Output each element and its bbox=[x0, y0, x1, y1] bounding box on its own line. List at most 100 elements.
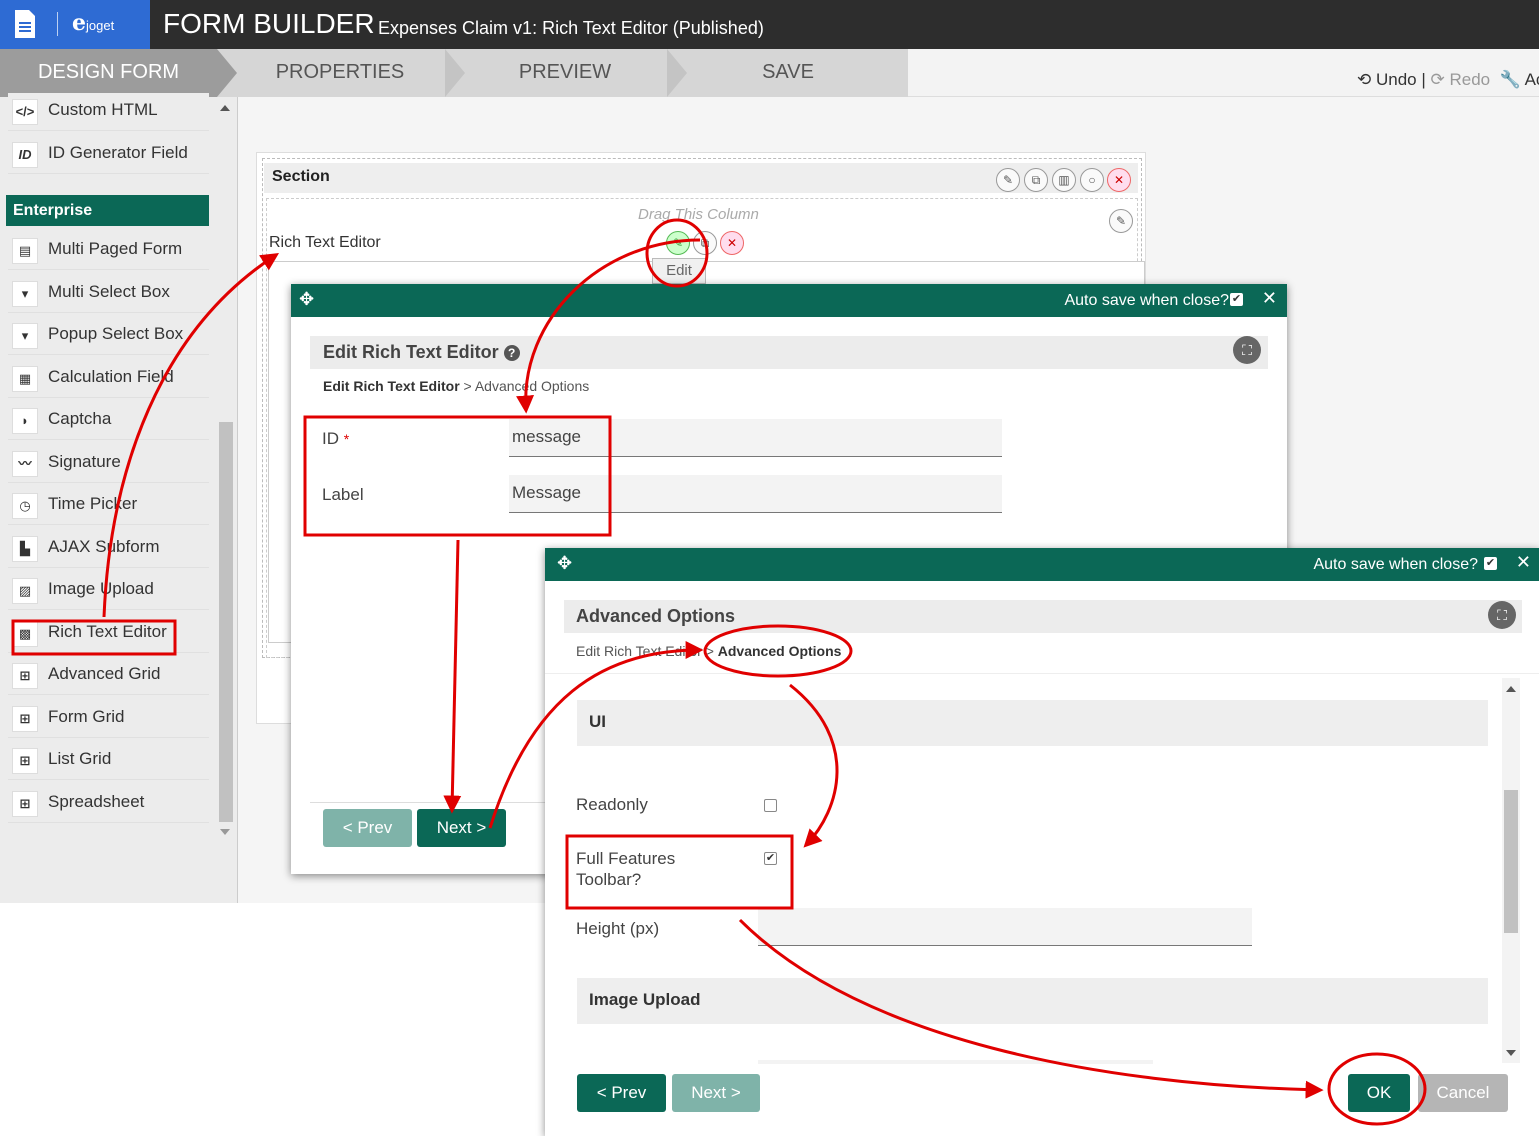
auto-save-label: Auto save when close? bbox=[1064, 292, 1229, 309]
palette-item-label: Popup Select Box bbox=[48, 324, 184, 343]
step-chevron bbox=[445, 49, 465, 97]
cancel-button[interactable]: Cancel bbox=[1418, 1074, 1508, 1112]
close-icon[interactable]: ✕ bbox=[1262, 288, 1277, 309]
palette-item-id-generator[interactable]: ID ID Generator Field bbox=[8, 136, 209, 174]
toolbar-separator: | bbox=[1421, 70, 1426, 89]
tab-design-form[interactable]: DESIGN FORM bbox=[0, 49, 217, 97]
palette-item-label: Calculation Field bbox=[48, 367, 174, 386]
grid-icon: ⊞ bbox=[12, 663, 38, 689]
readonly-checkbox[interactable] bbox=[764, 799, 777, 812]
palette-item-custom-html[interactable]: </> Custom HTML bbox=[8, 93, 209, 131]
full-toolbar-label: Full Features Toolbar? bbox=[576, 849, 676, 889]
scroll-down-arrow[interactable] bbox=[1506, 1050, 1516, 1056]
prev-button[interactable]: < Prev bbox=[323, 809, 412, 847]
fullscreen-icon[interactable]: ⛶ bbox=[1233, 336, 1261, 364]
palette-item-form-grid[interactable]: ⊞ Form Grid bbox=[8, 700, 209, 738]
palette-item-time-picker[interactable]: ◷ Time Picker bbox=[8, 487, 209, 525]
scroll-up-arrow[interactable] bbox=[220, 105, 230, 111]
undo-redo-toolbar: ⟲ Undo | ⟳ Redo 🔧 Ac bbox=[1357, 70, 1539, 90]
undo-button[interactable]: Undo bbox=[1376, 70, 1417, 89]
breadcrumb: Edit Rich Text Editor > Advanced Options bbox=[576, 643, 841, 659]
comment-icon[interactable]: ○ bbox=[1080, 168, 1104, 192]
next-button[interactable]: Next > bbox=[417, 809, 506, 847]
subform-icon: ▙ bbox=[12, 536, 38, 562]
palette-item-rich-text-editor[interactable]: ▩ Rich Text Editor bbox=[8, 615, 209, 653]
palette-item-captcha[interactable]: ◗ Captcha bbox=[8, 402, 209, 440]
palette-item-signature[interactable]: 〰 Signature bbox=[8, 445, 209, 483]
prev-button[interactable]: < Prev bbox=[577, 1074, 666, 1112]
palette-category-enterprise[interactable]: Enterprise bbox=[6, 195, 209, 226]
close-icon[interactable]: ✕ bbox=[1516, 552, 1531, 573]
image-icon: ▨ bbox=[12, 578, 38, 604]
column-edit-icon[interactable]: ✎ bbox=[1109, 209, 1133, 233]
tab-preview[interactable]: PREVIEW bbox=[465, 49, 665, 97]
dialog-scrollbar-thumb[interactable] bbox=[1504, 790, 1518, 933]
palette-item-multi-paged-form[interactable]: ▤ Multi Paged Form bbox=[8, 232, 209, 270]
copy-icon[interactable]: ⧉ bbox=[1024, 168, 1048, 192]
dialog-title: Edit Rich Text Editor ? bbox=[323, 342, 520, 363]
palette-item-label: List Grid bbox=[48, 749, 112, 768]
element-delete-icon[interactable]: ✕ bbox=[720, 231, 744, 255]
tab-save[interactable]: SAVE bbox=[688, 49, 888, 97]
redo-button[interactable]: Redo bbox=[1450, 70, 1491, 89]
drag-column-label[interactable]: Drag This Column bbox=[638, 206, 759, 223]
palette-item-multi-select-box[interactable]: ▾ Multi Select Box bbox=[8, 275, 209, 313]
scroll-up-arrow[interactable] bbox=[1506, 686, 1516, 692]
dialog-scrollbar[interactable] bbox=[1502, 678, 1520, 1063]
palette-item-label: Image Upload bbox=[48, 579, 154, 598]
readonly-label: Readonly bbox=[576, 795, 648, 814]
dialog-title: Advanced Options bbox=[576, 606, 736, 626]
auto-save-checkbox[interactable]: ✔ bbox=[1230, 293, 1243, 306]
palette-item-label: Time Picker bbox=[48, 494, 138, 513]
dialog-title-bar[interactable]: ✥ Auto save when close? ✔ ✕ bbox=[545, 548, 1539, 581]
height-label: Height (px) bbox=[576, 919, 660, 938]
next-button[interactable]: Next > bbox=[672, 1074, 760, 1112]
id-icon: ID bbox=[12, 142, 38, 168]
palette-item-label: Signature bbox=[48, 452, 121, 471]
palette-item-calculation-field[interactable]: ▦ Calculation Field bbox=[8, 360, 209, 398]
palette-item-popup-select-box[interactable]: ▾ Popup Select Box bbox=[8, 317, 209, 355]
height-field[interactable] bbox=[758, 908, 1252, 946]
logo-area[interactable]: ejoget bbox=[0, 0, 150, 49]
scroll-down-arrow[interactable] bbox=[220, 829, 230, 835]
ok-button[interactable]: OK bbox=[1348, 1074, 1410, 1112]
fullscreen-icon[interactable]: ⛶ bbox=[1488, 601, 1516, 629]
full-toolbar-checkbox[interactable]: ✔ bbox=[764, 852, 777, 865]
edit-tooltip: Edit bbox=[652, 258, 706, 284]
palette-item-label: Multi Select Box bbox=[48, 282, 170, 301]
palette-item-ajax-subform[interactable]: ▙ AJAX Subform bbox=[8, 530, 209, 568]
form-subtitle: Expenses Claim v1: Rich Text Editor (Pub… bbox=[378, 18, 764, 38]
auto-save-checkbox[interactable]: ✔ bbox=[1484, 557, 1497, 570]
element-copy-icon[interactable]: ⧉ bbox=[693, 231, 717, 255]
breadcrumb-separator: > bbox=[705, 643, 714, 659]
calculator-icon: ▦ bbox=[12, 366, 38, 392]
group-image-upload: Image Upload bbox=[577, 978, 1488, 1024]
columns-icon[interactable]: ▥ bbox=[1052, 168, 1076, 192]
step-tabs: DESIGN FORM PROPERTIES PREVIEW SAVE bbox=[0, 49, 908, 97]
rich-text-editor-element-label[interactable]: Rich Text Editor bbox=[269, 234, 381, 252]
palette-item-list-grid[interactable]: ⊞ List Grid bbox=[8, 742, 209, 780]
palette-item-advanced-grid[interactable]: ⊞ Advanced Grid bbox=[8, 657, 209, 695]
dialog-title-bar[interactable]: ✥ Auto save when close? ✔ ✕ bbox=[291, 284, 1287, 317]
palette-item-label: Captcha bbox=[48, 409, 112, 428]
move-icon[interactable]: ✥ bbox=[557, 553, 572, 574]
palette-item-spreadsheet[interactable]: ⊞ Spreadsheet bbox=[8, 785, 209, 823]
tab-properties[interactable]: PROPERTIES bbox=[240, 49, 440, 97]
help-icon[interactable]: ? bbox=[503, 345, 520, 362]
element-edit-icon[interactable]: ✎ bbox=[666, 231, 690, 255]
label-field[interactable]: Message bbox=[509, 475, 1002, 513]
delete-icon[interactable]: ✕ bbox=[1107, 168, 1131, 192]
palette-item-image-upload[interactable]: ▨ Image Upload bbox=[8, 572, 209, 610]
select-icon: ▾ bbox=[12, 323, 38, 349]
palette-scrollbar-thumb[interactable] bbox=[219, 422, 233, 822]
edit-icon[interactable]: ✎ bbox=[996, 168, 1020, 192]
breadcrumb-advanced-options[interactable]: Advanced Options bbox=[475, 378, 589, 394]
advanced-button[interactable]: Ac bbox=[1525, 70, 1539, 89]
grid-icon: ⊞ bbox=[12, 791, 38, 817]
breadcrumb-edit-rich-text-editor[interactable]: Edit Rich Text Editor bbox=[576, 643, 702, 659]
palette-item-label: Spreadsheet bbox=[48, 792, 145, 811]
partial-field bbox=[758, 1060, 1153, 1064]
move-icon[interactable]: ✥ bbox=[299, 289, 314, 310]
id-field[interactable]: message bbox=[509, 419, 1002, 457]
document-icon bbox=[15, 10, 35, 38]
